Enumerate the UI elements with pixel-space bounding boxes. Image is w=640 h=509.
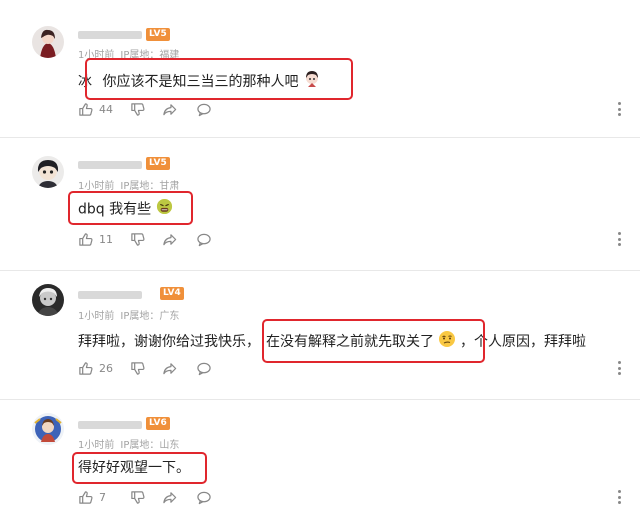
- more-icon[interactable]: [618, 102, 622, 116]
- share-button[interactable]: [162, 359, 178, 377]
- highlight-box: [68, 191, 193, 225]
- level-badge: LV4: [160, 287, 184, 300]
- share-button[interactable]: [162, 230, 178, 248]
- like-count: 7: [99, 490, 106, 504]
- share-icon: [163, 491, 177, 503]
- avatar[interactable]: [32, 26, 64, 58]
- like-button[interactable]: 7: [78, 488, 106, 506]
- thumbs-down-icon: [131, 490, 145, 504]
- reply-button[interactable]: [196, 488, 212, 506]
- like-button[interactable]: 11: [78, 230, 113, 248]
- comment-icon: [197, 362, 211, 375]
- comment-meta: 1小时前 IP属地：甘肃: [78, 177, 185, 192]
- divider: [0, 399, 640, 400]
- reply-button[interactable]: [196, 100, 212, 118]
- username[interactable]: [78, 421, 142, 429]
- reply-button[interactable]: [196, 230, 212, 248]
- avatar[interactable]: [32, 156, 64, 188]
- comment-time: 1小时前: [78, 311, 115, 322]
- comment-meta: 1小时前 IP属地：广东: [78, 307, 185, 322]
- ip-location: IP属地：广东: [120, 311, 180, 322]
- divider: [0, 270, 640, 271]
- thumbs-up-icon: [79, 490, 93, 504]
- share-button[interactable]: [162, 100, 178, 118]
- level-badge: LV6: [146, 417, 170, 430]
- ip-location: IP属地：山东: [120, 440, 180, 451]
- dislike-button[interactable]: [130, 488, 145, 506]
- like-button[interactable]: 26: [78, 359, 113, 377]
- divider: [0, 137, 640, 138]
- like-button[interactable]: 44: [78, 100, 113, 118]
- thumbs-up-icon: [79, 361, 93, 375]
- comment-icon: [197, 233, 211, 246]
- highlight-box: [72, 452, 207, 484]
- username[interactable]: [78, 161, 142, 169]
- more-icon[interactable]: [618, 361, 622, 375]
- avatar[interactable]: [32, 284, 64, 316]
- share-button[interactable]: [162, 488, 178, 506]
- avatar[interactable]: [32, 413, 64, 445]
- thumbs-up-icon: [79, 102, 93, 116]
- username[interactable]: [78, 31, 142, 39]
- thumbs-up-icon: [79, 232, 93, 246]
- more-icon[interactable]: [618, 490, 622, 504]
- share-icon: [163, 362, 177, 374]
- like-count: 11: [99, 232, 113, 246]
- comment-time: 1小时前: [78, 440, 115, 451]
- dislike-button[interactable]: [130, 100, 145, 118]
- highlight-box: [262, 319, 485, 363]
- dislike-button[interactable]: [130, 230, 145, 248]
- more-icon[interactable]: [618, 232, 622, 246]
- level-badge: LV5: [146, 157, 170, 170]
- comment-icon: [197, 103, 211, 116]
- comment-text-prefix: 拜拜啦，谢谢你给过我快乐，: [78, 334, 260, 350]
- reply-button[interactable]: [196, 359, 212, 377]
- thumbs-down-icon: [131, 361, 145, 375]
- share-icon: [163, 233, 177, 245]
- highlight-box: [85, 58, 353, 100]
- like-count: 44: [99, 102, 113, 116]
- level-badge: LV5: [146, 28, 170, 41]
- like-count: 26: [99, 361, 113, 375]
- comment-meta: 1小时前 IP属地：山东: [78, 436, 185, 451]
- comment-icon: [197, 491, 211, 504]
- thumbs-down-icon: [131, 102, 145, 116]
- username[interactable]: [78, 291, 142, 299]
- thumbs-down-icon: [131, 232, 145, 246]
- dislike-button[interactable]: [130, 359, 145, 377]
- share-icon: [163, 103, 177, 115]
